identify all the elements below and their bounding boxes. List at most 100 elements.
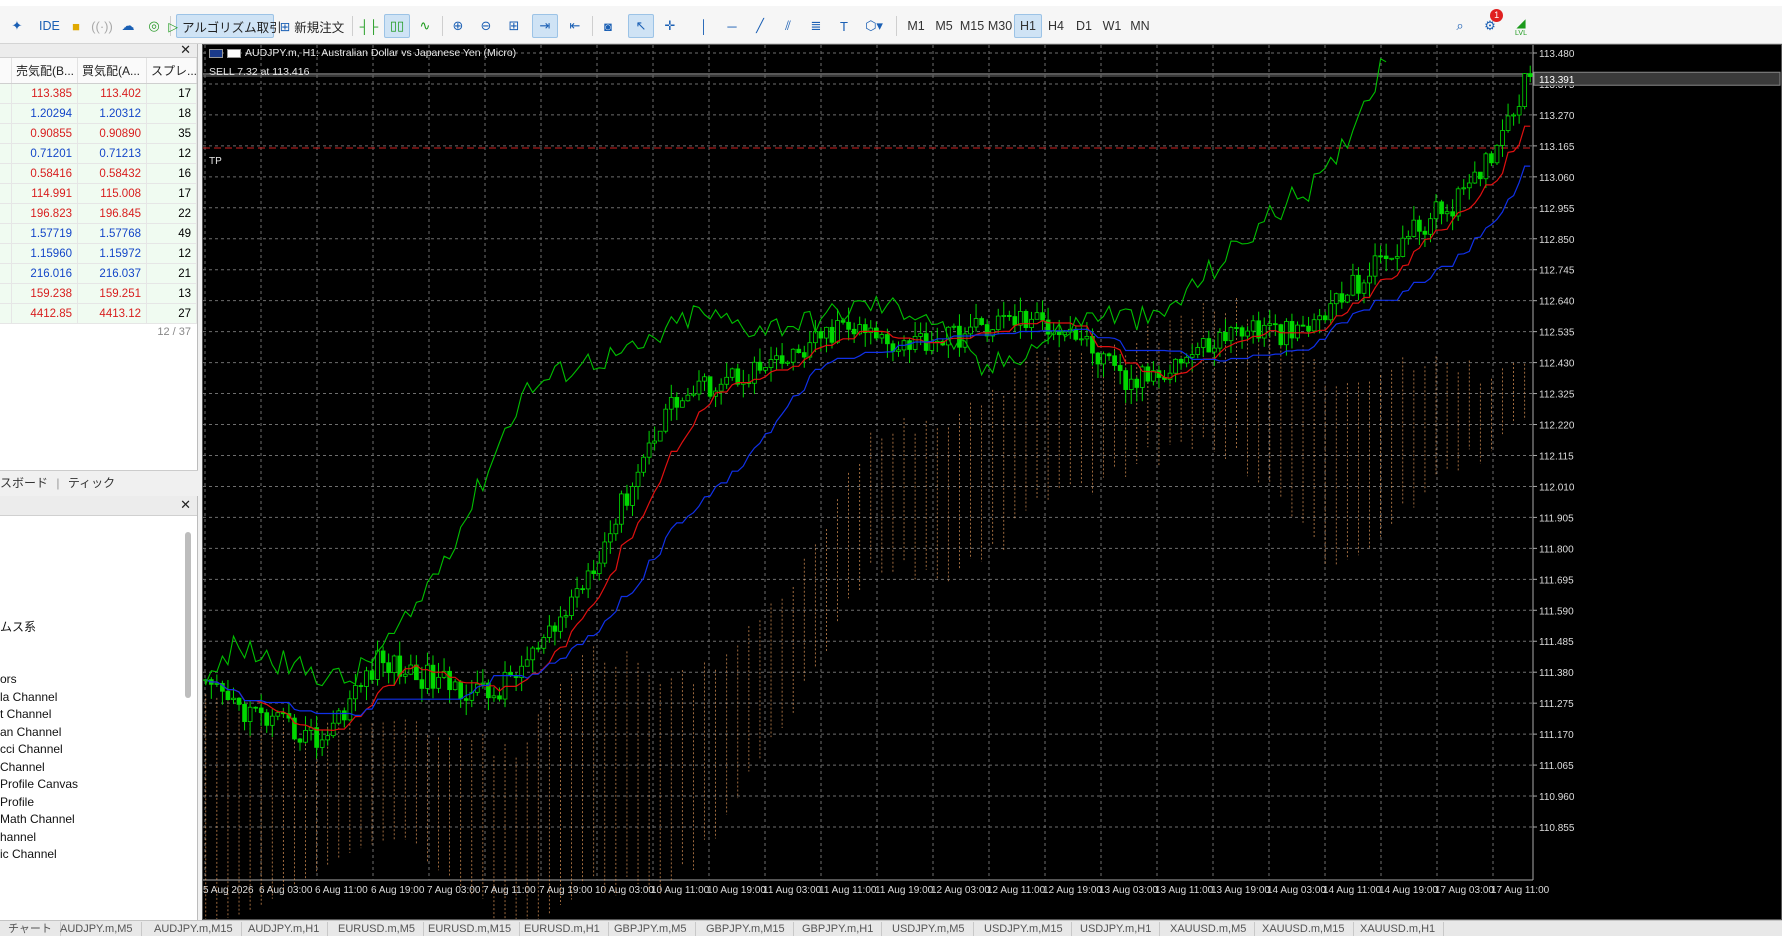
chart-tab[interactable]: AUDJPY.m,M15 (146, 922, 242, 936)
screenshot-icon[interactable]: ◙ (596, 14, 620, 38)
fibonacci-icon[interactable]: ≣ (804, 14, 828, 38)
expert-icon[interactable]: ✦ (4, 14, 30, 38)
chart-tab[interactable]: GBPJPY.m,H1 (794, 922, 883, 936)
bid-column-header[interactable]: 売気配(B... (12, 58, 78, 83)
navigator-item[interactable]: Profile (0, 795, 34, 809)
chart-tab[interactable]: GBPJPY.m,M5 (606, 922, 696, 936)
channel-icon[interactable]: ⫽ (776, 14, 800, 38)
navigator-item[interactable]: hannel (0, 830, 36, 844)
zoom-in-icon[interactable]: ⊕ (446, 14, 470, 38)
tab-spreads[interactable]: スボード (0, 476, 48, 490)
zoom-out-icon[interactable]: ⊖ (474, 14, 498, 38)
chart-tab[interactable]: GBPJPY.m,M15 (698, 922, 794, 936)
close-icon[interactable]: ✕ (180, 42, 191, 58)
candlestick-chart-icon[interactable]: ▯▯ (384, 14, 410, 38)
navigator-item[interactable]: la Channel (0, 690, 57, 704)
vps-icon[interactable]: ◎ (142, 14, 166, 38)
table-row[interactable]: 0.71201 0.71213 12 (0, 144, 197, 164)
price-chart[interactable]: 113.480113.375113.270113.165113.060112.9… (203, 45, 1781, 919)
table-row[interactable]: 113.385 113.402 17 (0, 84, 197, 104)
text-tool-icon[interactable]: T (832, 14, 856, 38)
candle-body (1239, 327, 1245, 337)
chart-tab[interactable]: USDJPY.m,M5 (884, 922, 974, 936)
spread-cell: 17 (147, 184, 197, 203)
horizontal-line-icon[interactable]: ─ (720, 14, 744, 38)
close-icon[interactable]: ✕ (180, 497, 191, 513)
timeframe-h4-button[interactable]: H4 (1042, 14, 1070, 38)
candle-body (979, 318, 984, 325)
chart-tab[interactable]: USDJPY.m,M15 (976, 922, 1072, 936)
position-label[interactable]: SELL 7.32 at 113.416 (209, 66, 309, 78)
new-order-button[interactable]: ⊞ 新規注文 (276, 14, 348, 38)
table-row[interactable]: 1.15960 1.15972 12 (0, 244, 197, 264)
timeframe-m1-button[interactable]: M1 (902, 14, 930, 38)
signal-icon[interactable]: ((·)) (90, 14, 114, 38)
notifications-icon[interactable]: ⚙ 1 (1476, 9, 1504, 38)
candle-body (1378, 255, 1383, 258)
cloud-icon[interactable]: ☁ (116, 14, 140, 38)
navigator-item[interactable]: Math Channel (0, 812, 75, 826)
ask-column-header[interactable]: 買気配(A... (78, 58, 147, 83)
chart-tab[interactable]: AUDJPY.m,H1 (240, 922, 329, 936)
navigator-item[interactable]: an Channel (0, 725, 61, 739)
chart-tab[interactable]: XAUUSD.m,M15 (1254, 922, 1354, 936)
timeframe-m30-button[interactable]: M30 (986, 14, 1014, 38)
navigator-scrollbar[interactable] (185, 532, 191, 698)
chart-tab[interactable]: XAUUSD.m,M5 (1162, 922, 1256, 936)
timeframe-d1-button[interactable]: D1 (1070, 14, 1098, 38)
timeframe-m15-button[interactable]: M15 (958, 14, 986, 38)
chart-tab[interactable]: EURUSD.m,M5 (330, 922, 425, 936)
chart-shift-icon[interactable]: ⇤ (562, 14, 588, 38)
ide-button[interactable]: IDE (32, 14, 67, 38)
symbol-cell (0, 124, 12, 143)
candle-body (1350, 274, 1356, 296)
chart-tab[interactable]: AUDJPY.m,M5 (52, 922, 142, 936)
table-row[interactable]: 159.238 159.251 13 (0, 284, 197, 304)
crosshair-icon[interactable]: ✛ (658, 14, 682, 38)
navigator-item[interactable]: ic Channel (0, 847, 57, 861)
chart-tab[interactable]: EURUSD.m,H1 (516, 922, 609, 936)
chart-tab[interactable]: EURUSD.m,M15 (420, 922, 521, 936)
algo-trading-button[interactable]: ▷ アルゴリズム取引 (168, 14, 282, 38)
table-row[interactable]: 114.991 115.008 17 (0, 184, 197, 204)
candle-body (231, 697, 236, 700)
bar-chart-icon[interactable]: ┤├ (356, 14, 382, 38)
navigator-item[interactable]: ors (0, 672, 17, 686)
symbol-cell (0, 264, 12, 283)
chart-tab[interactable]: XAUUSD.m,H1 (1352, 922, 1445, 936)
search-icon[interactable]: ⌕ (1448, 14, 1472, 38)
vertical-line-icon[interactable]: │ (692, 14, 716, 38)
tile-windows-icon[interactable]: ⊞ (502, 14, 526, 38)
navigator-item[interactable]: Profile Canvas (0, 777, 78, 791)
navigator-item[interactable]: Channel (0, 760, 45, 774)
cursor-icon[interactable]: ↖ (628, 14, 654, 38)
table-row[interactable]: 216.016 216.037 21 (0, 264, 197, 284)
table-row[interactable]: 196.823 196.845 22 (0, 204, 197, 224)
tab-ticks[interactable]: ティック (68, 476, 115, 490)
signal-level-icon[interactable]: ◢ LVL (1508, 14, 1534, 38)
navigator-item[interactable]: ムス系 (0, 618, 36, 635)
chart-tab[interactable]: USDJPY.m,H1 (1072, 922, 1161, 936)
timeframe-mn-button[interactable]: MN (1126, 14, 1154, 38)
tp-label[interactable]: TP (209, 156, 222, 167)
timeframe-w1-button[interactable]: W1 (1098, 14, 1126, 38)
shapes-dropdown-icon[interactable]: ⬡▾ (858, 14, 890, 38)
table-row[interactable]: 0.90855 0.90890 35 (0, 124, 197, 144)
table-row[interactable]: 4412.85 4413.12 27 (0, 304, 197, 324)
auto-scroll-icon[interactable]: ⇥ (532, 14, 558, 38)
navigator-item[interactable]: t Channel (0, 707, 51, 721)
navigator-item[interactable]: cci Channel (0, 742, 63, 756)
chart-window[interactable]: 113.480113.375113.270113.165113.060112.9… (202, 44, 1782, 920)
table-row[interactable]: 1.57719 1.57768 49 (0, 224, 197, 244)
timeframe-m5-button[interactable]: M5 (930, 14, 958, 38)
table-row[interactable]: 1.20294 1.20312 18 (0, 104, 197, 124)
spread-column-header[interactable]: スプレ... (147, 58, 197, 83)
timeframe-h1-button[interactable]: H1 (1014, 14, 1042, 38)
candle-body (1494, 144, 1500, 164)
line-chart-icon[interactable]: ∿ (412, 14, 438, 38)
lock-icon[interactable]: ■ (64, 14, 88, 38)
symbol-column-header[interactable] (0, 58, 12, 83)
candle-body (436, 676, 441, 689)
table-row[interactable]: 0.58416 0.58432 16 (0, 164, 197, 184)
trendline-icon[interactable]: ╱ (748, 14, 772, 38)
